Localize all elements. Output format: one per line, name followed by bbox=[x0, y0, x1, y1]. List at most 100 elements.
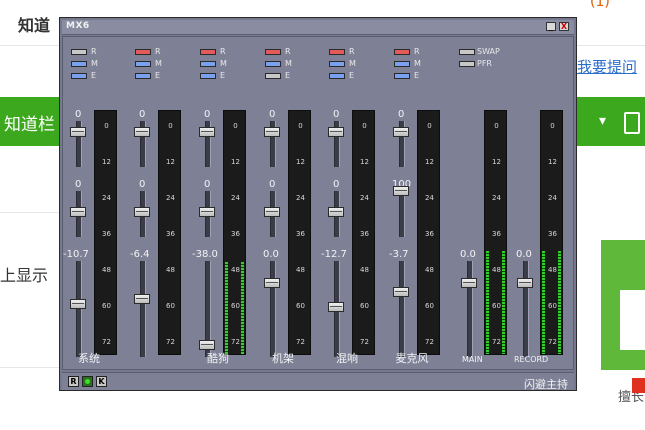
chevron-down-icon[interactable]: ▾ bbox=[599, 113, 606, 129]
volume-fader-knob[interactable] bbox=[264, 278, 280, 289]
volume-fader-knob[interactable] bbox=[328, 302, 344, 313]
fader-2-knob[interactable] bbox=[328, 206, 344, 217]
led-label: SWAP bbox=[477, 47, 500, 56]
channel-led-r[interactable] bbox=[200, 49, 216, 55]
site-logo-text[interactable]: 知道 bbox=[18, 12, 50, 36]
fader-value: 0 bbox=[333, 109, 340, 120]
r-button[interactable]: R bbox=[68, 376, 79, 387]
fader-2-knob[interactable] bbox=[70, 206, 86, 217]
channel-name: 酷狗 bbox=[207, 352, 229, 365]
meter-tick-label: 12 bbox=[166, 158, 175, 166]
led-label: R bbox=[414, 47, 420, 56]
channel-led-m[interactable] bbox=[329, 61, 345, 67]
master-fader-knob[interactable] bbox=[461, 278, 477, 289]
meter-tick-label: 24 bbox=[231, 194, 240, 202]
status-bar: R K 闪避主持 bbox=[62, 372, 574, 392]
meter-tick-label: 36 bbox=[296, 230, 305, 238]
led-label: R bbox=[155, 47, 161, 56]
ask-question-link[interactable]: 我要提问 bbox=[577, 56, 637, 77]
led-label: M bbox=[155, 59, 162, 68]
volume-fader-knob[interactable] bbox=[393, 286, 409, 297]
channel-led-r[interactable] bbox=[135, 49, 151, 55]
led-label: R bbox=[349, 47, 355, 56]
fader-2-knob[interactable] bbox=[134, 206, 150, 217]
channel-led-r[interactable] bbox=[71, 49, 87, 55]
channel-led-e[interactable] bbox=[394, 73, 410, 79]
fader-2-track bbox=[399, 191, 405, 237]
swap-toggle[interactable] bbox=[459, 49, 475, 55]
led-label: E bbox=[155, 71, 161, 80]
channel-led-r[interactable] bbox=[329, 49, 345, 55]
channel-led-r[interactable] bbox=[265, 49, 281, 55]
fader-2-knob[interactable] bbox=[393, 186, 409, 196]
channel-led-e[interactable] bbox=[329, 73, 345, 79]
side-banner-inner bbox=[620, 290, 645, 350]
led-label: R bbox=[285, 47, 291, 56]
fader-2-knob[interactable] bbox=[199, 206, 215, 217]
volume-fader-knob[interactable] bbox=[70, 299, 86, 310]
notification-count[interactable]: (1) bbox=[590, 0, 610, 10]
fader-value: 0 bbox=[333, 179, 340, 190]
fader-1-knob[interactable] bbox=[199, 126, 215, 137]
minimize-button[interactable]: _ bbox=[546, 22, 556, 31]
channel-led-m[interactable] bbox=[394, 61, 410, 67]
fader-value: 0 bbox=[204, 109, 211, 120]
master-fader-track bbox=[523, 261, 529, 357]
led-label: M bbox=[349, 59, 356, 68]
fader-value: -12.7 bbox=[321, 249, 347, 260]
nav-title[interactable]: 知道栏 bbox=[4, 110, 55, 135]
fader-value: 0 bbox=[139, 109, 146, 120]
led-label: R bbox=[220, 47, 226, 56]
meter-tick-label: 72 bbox=[296, 338, 305, 346]
led-label: E bbox=[285, 71, 291, 80]
volume-fader-track bbox=[399, 261, 405, 357]
channel-led-r[interactable] bbox=[394, 49, 410, 55]
meter-tick-label: 12 bbox=[296, 158, 305, 166]
ducking-host-label[interactable]: 闪避主持 bbox=[524, 376, 568, 392]
channel-led-m[interactable] bbox=[265, 61, 281, 67]
master-fader-knob[interactable] bbox=[517, 278, 533, 289]
fader-2-knob[interactable] bbox=[264, 206, 280, 217]
fader-1-knob[interactable] bbox=[328, 126, 344, 137]
channel-led-e[interactable] bbox=[200, 73, 216, 79]
meter-tick-label: 48 bbox=[360, 266, 369, 274]
level-meter: 0 12 24 36 48 60 72 bbox=[417, 110, 440, 355]
volume-fader-knob[interactable] bbox=[134, 294, 150, 305]
meter-tick-label: 24 bbox=[166, 194, 175, 202]
close-button[interactable]: X bbox=[559, 22, 569, 31]
mixer-window: MX6 _ X R M E 0 0 -10.7 0 12 24 36 48 60 72 系统 R M E 0 0 -6… bbox=[59, 17, 577, 391]
master-fader-track bbox=[467, 261, 473, 357]
master-label: RECORD bbox=[514, 355, 549, 364]
fader-1-knob[interactable] bbox=[134, 126, 150, 137]
meter-tick-label: 72 bbox=[425, 338, 434, 346]
channel-led-m[interactable] bbox=[71, 61, 87, 67]
pfr-toggle[interactable] bbox=[459, 61, 475, 67]
fader-1-knob[interactable] bbox=[393, 126, 409, 137]
channel-led-m[interactable] bbox=[200, 61, 216, 67]
meter-tick-label: 0 bbox=[362, 122, 367, 130]
channel-led-e[interactable] bbox=[71, 73, 87, 79]
volume-fader-knob[interactable] bbox=[199, 340, 215, 351]
phone-icon[interactable] bbox=[624, 112, 640, 134]
fader-value: -3.7 bbox=[389, 249, 409, 260]
title-bar[interactable]: MX6 _ X bbox=[62, 20, 574, 35]
meter-tick-label: 0 bbox=[233, 122, 238, 130]
channel-led-e[interactable] bbox=[135, 73, 151, 79]
page-text: 上显示 bbox=[0, 266, 49, 285]
meter-tick-label: 24 bbox=[492, 194, 501, 202]
meter-tick-label: 48 bbox=[166, 266, 175, 274]
meter-tick-label: 24 bbox=[425, 194, 434, 202]
k-button[interactable]: K bbox=[96, 376, 107, 387]
window-title: MX6 bbox=[66, 21, 90, 31]
volume-fader-track bbox=[140, 261, 146, 357]
fader-1-knob[interactable] bbox=[264, 126, 280, 137]
channel-led-m[interactable] bbox=[135, 61, 151, 67]
meter-tick-label: 36 bbox=[102, 230, 111, 238]
meter-tick-label: 0 bbox=[168, 122, 173, 130]
fader-1-knob[interactable] bbox=[70, 126, 86, 137]
level-meter: 0 12 24 36 48 60 72 bbox=[158, 110, 181, 355]
fader-value: 0 bbox=[139, 179, 146, 190]
power-button[interactable] bbox=[82, 376, 93, 387]
led-label: PFR bbox=[477, 59, 492, 68]
channel-led-e[interactable] bbox=[265, 73, 281, 79]
